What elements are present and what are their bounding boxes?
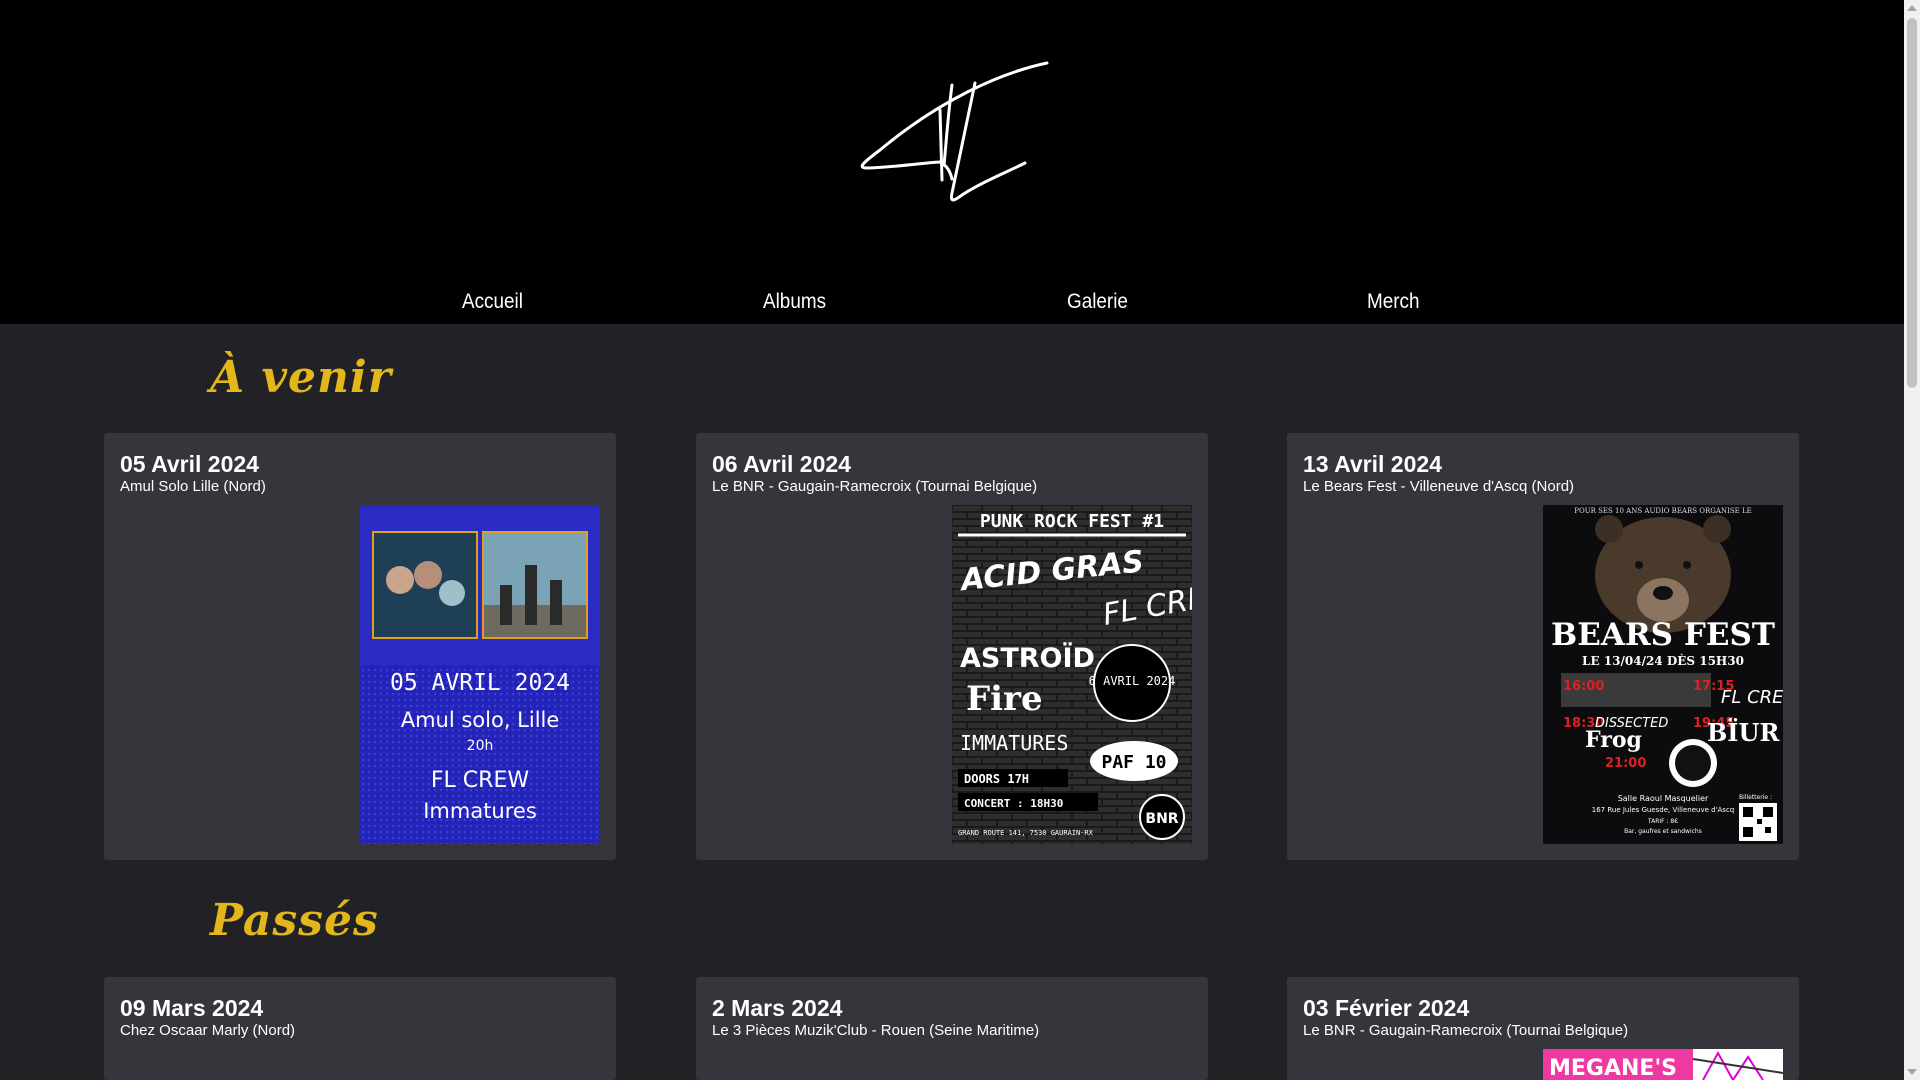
poster-line: FL CREW <box>431 768 529 793</box>
scroll-down-arrow-icon[interactable] <box>1907 1069 1917 1075</box>
scroll-up-arrow-icon[interactable] <box>1907 5 1917 11</box>
poster-line: 05 AVRIL 2024 <box>390 670 570 696</box>
poster-line: BNR <box>1145 811 1178 827</box>
poster-line: GRAND ROUTE 141, 7530 GAURAIN-RX <box>958 829 1094 837</box>
nav-accueil[interactable]: Accueil <box>462 290 523 314</box>
poster-line: BÏUR <box>1707 718 1780 747</box>
event-poster[interactable]: POUR SES 10 ANS AUDIO BEARS ORGANISE LE … <box>1543 505 1783 844</box>
event-venue: Le BNR - Gaugain-Ramecroix (Tournai Belg… <box>1303 1022 1629 1039</box>
poster-line: POUR SES 10 ANS AUDIO BEARS ORGANISE LE <box>1574 507 1751 515</box>
poster-line: Immatures <box>423 799 537 823</box>
logo-signature[interactable] <box>850 55 1060 205</box>
poster-bears-fest: POUR SES 10 ANS AUDIO BEARS ORGANISE LE … <box>1543 505 1783 844</box>
nav-albums[interactable]: Albums <box>763 290 826 314</box>
event-card[interactable]: 06 Avril 2024 Le BNR - Gaugain-Ramecroix… <box>696 433 1208 860</box>
poster-line: DOORS 17H <box>964 772 1029 786</box>
poster-line: 16:00 <box>1563 679 1604 694</box>
event-date: 05 Avril 2024 <box>120 451 259 477</box>
poster-line: BEARS FEST <box>1551 617 1775 653</box>
poster-line: TARIF : 8€ <box>1647 818 1678 825</box>
event-card[interactable]: 03 Février 2024 Le BNR - Gaugain-Ramecro… <box>1287 977 1799 1080</box>
event-card[interactable]: 13 Avril 2024 Le Bears Fest - Villeneuve… <box>1287 433 1799 860</box>
event-poster[interactable]: PUNK ROCK FEST #1 ACID GRAS FL CREW ASTR… <box>952 505 1192 844</box>
event-venue: Le BNR - Gaugain-Ramecroix (Tournai Belg… <box>712 478 1038 495</box>
event-date: 13 Avril 2024 <box>1303 451 1442 477</box>
event-poster[interactable]: MEGANE'S <box>1543 1049 1783 1080</box>
poster-line: Billetterie : <box>1739 794 1772 801</box>
event-venue: Le Bears Fest - Villeneuve d'Ascq (Nord) <box>1303 478 1575 495</box>
event-date: 03 Février 2024 <box>1303 995 1470 1021</box>
scrollbar-thumb[interactable] <box>1907 18 1917 388</box>
poster-amul-solo: 05 AVRIL 2024 Amul solo, Lille 20h FL CR… <box>360 505 600 844</box>
poster-line: 20h <box>467 738 494 754</box>
poster-line: Frog <box>1585 727 1642 753</box>
poster-line: LE 13/04/24 DÈS 15H30 <box>1582 653 1744 668</box>
site-header: Accueil Albums Galerie Merch <box>0 0 1904 324</box>
poster-line: ASTROÏD <box>960 642 1095 674</box>
poster-line: Salle Raoul Masquelier <box>1618 794 1709 803</box>
poster-line: CONCERT : 18H30 <box>964 797 1063 810</box>
event-date: 09 Mars 2024 <box>120 995 264 1021</box>
event-venue: Chez Oscaar Marly (Nord) <box>120 1022 296 1039</box>
poster-line: Amul solo, Lille <box>401 708 560 732</box>
event-venue: Le 3 Pièces Muzik'Club - Rouen (Seine Ma… <box>712 1022 1040 1039</box>
poster-line: 6 AVRIL 2024 <box>1089 674 1176 688</box>
poster-line: PAF 10 <box>1101 752 1166 773</box>
poster-line: IMMATURES <box>960 731 1068 755</box>
poster-line: FL CREW <box>1721 687 1783 708</box>
upcoming-section-title: À venir <box>210 352 392 403</box>
poster-punk-rock-fest: PUNK ROCK FEST #1 ACID GRAS FL CREW ASTR… <box>952 505 1192 844</box>
poster-line: MEGANE'S <box>1549 1056 1677 1080</box>
event-venue: Amul Solo Lille (Nord) <box>120 478 266 495</box>
past-section-title: Passés <box>210 895 379 946</box>
event-date: 2 Mars 2024 <box>712 995 843 1021</box>
poster-megane: MEGANE'S <box>1543 1049 1783 1080</box>
poster-line: PUNK ROCK FEST #1 <box>980 511 1164 532</box>
event-card[interactable]: 09 Mars 2024 Chez Oscaar Marly (Nord) <box>104 977 616 1080</box>
event-poster[interactable]: 05 AVRIL 2024 Amul solo, Lille 20h FL CR… <box>360 505 600 844</box>
poster-line: Bar, gaufres et sandwichs <box>1624 828 1702 835</box>
nav-galerie[interactable]: Galerie <box>1067 290 1128 314</box>
poster-line: 167 Rue Jules Guesde, Villeneuve d'Ascq <box>1592 806 1734 814</box>
event-card[interactable]: 2 Mars 2024 Le 3 Pièces Muzik'Club - Rou… <box>696 977 1208 1080</box>
event-date: 06 Avril 2024 <box>712 451 851 477</box>
event-card[interactable]: 05 Avril 2024 Amul Solo Lille (Nord) 05 <box>104 433 616 860</box>
poster-line: Fire <box>966 679 1043 719</box>
nav-merch[interactable]: Merch <box>1367 290 1420 314</box>
poster-line: 21:00 <box>1605 756 1646 771</box>
scrollbar[interactable] <box>1904 0 1920 1080</box>
